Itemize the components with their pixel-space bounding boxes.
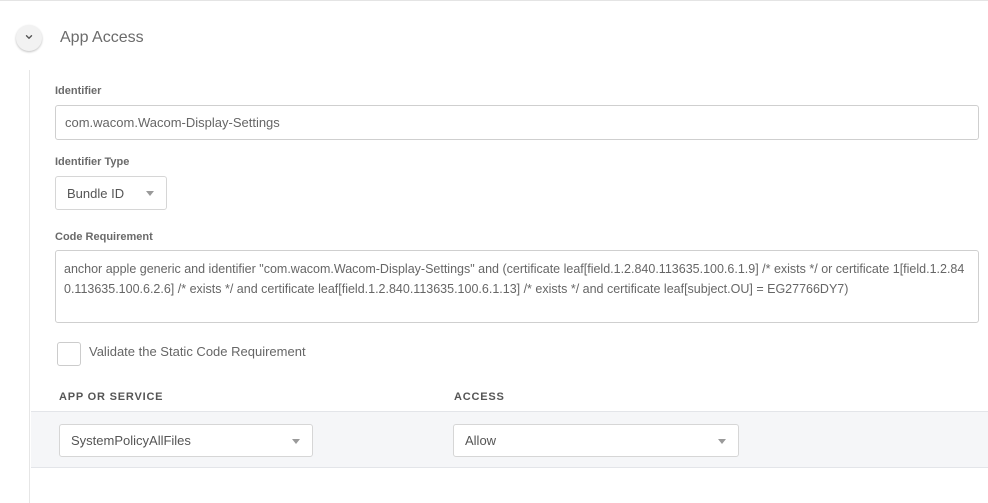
identifier-input[interactable] bbox=[55, 105, 979, 140]
validate-checkbox[interactable] bbox=[57, 342, 81, 366]
section-title: App Access bbox=[60, 29, 144, 46]
caret-down-icon bbox=[292, 438, 300, 444]
table-row: SystemPolicyAllFiles Allow bbox=[31, 411, 988, 468]
app-access-panel: Identifier Identifier Type Bundle ID Cod… bbox=[29, 70, 988, 503]
code-requirement-textarea[interactable]: anchor apple generic and identifier "com… bbox=[55, 250, 979, 323]
identifier-label: Identifier bbox=[55, 85, 102, 97]
code-requirement-text: anchor apple generic and identifier "com… bbox=[64, 262, 965, 296]
chevron-down-icon bbox=[24, 29, 34, 47]
column-header-access: ACCESS bbox=[454, 391, 505, 403]
app-or-service-select[interactable]: SystemPolicyAllFiles bbox=[59, 424, 313, 457]
collapse-button[interactable] bbox=[16, 25, 42, 51]
identifier-type-value: Bundle ID bbox=[67, 185, 125, 201]
caret-down-icon bbox=[146, 191, 154, 196]
access-select[interactable]: Allow bbox=[453, 424, 739, 457]
app-or-service-value: SystemPolicyAllFiles bbox=[71, 433, 191, 448]
code-requirement-label: Code Requirement bbox=[55, 231, 153, 243]
access-value: Allow bbox=[465, 433, 497, 448]
identifier-type-label: Identifier Type bbox=[55, 156, 130, 168]
column-header-app-or-service: APP OR SERVICE bbox=[59, 391, 164, 403]
identifier-type-select[interactable]: Bundle ID bbox=[55, 176, 167, 210]
top-divider bbox=[0, 0, 988, 1]
caret-down-icon bbox=[718, 438, 726, 444]
section-header: App Access bbox=[16, 24, 144, 52]
validate-checkbox-label: Validate the Static Code Requirement bbox=[89, 344, 306, 359]
